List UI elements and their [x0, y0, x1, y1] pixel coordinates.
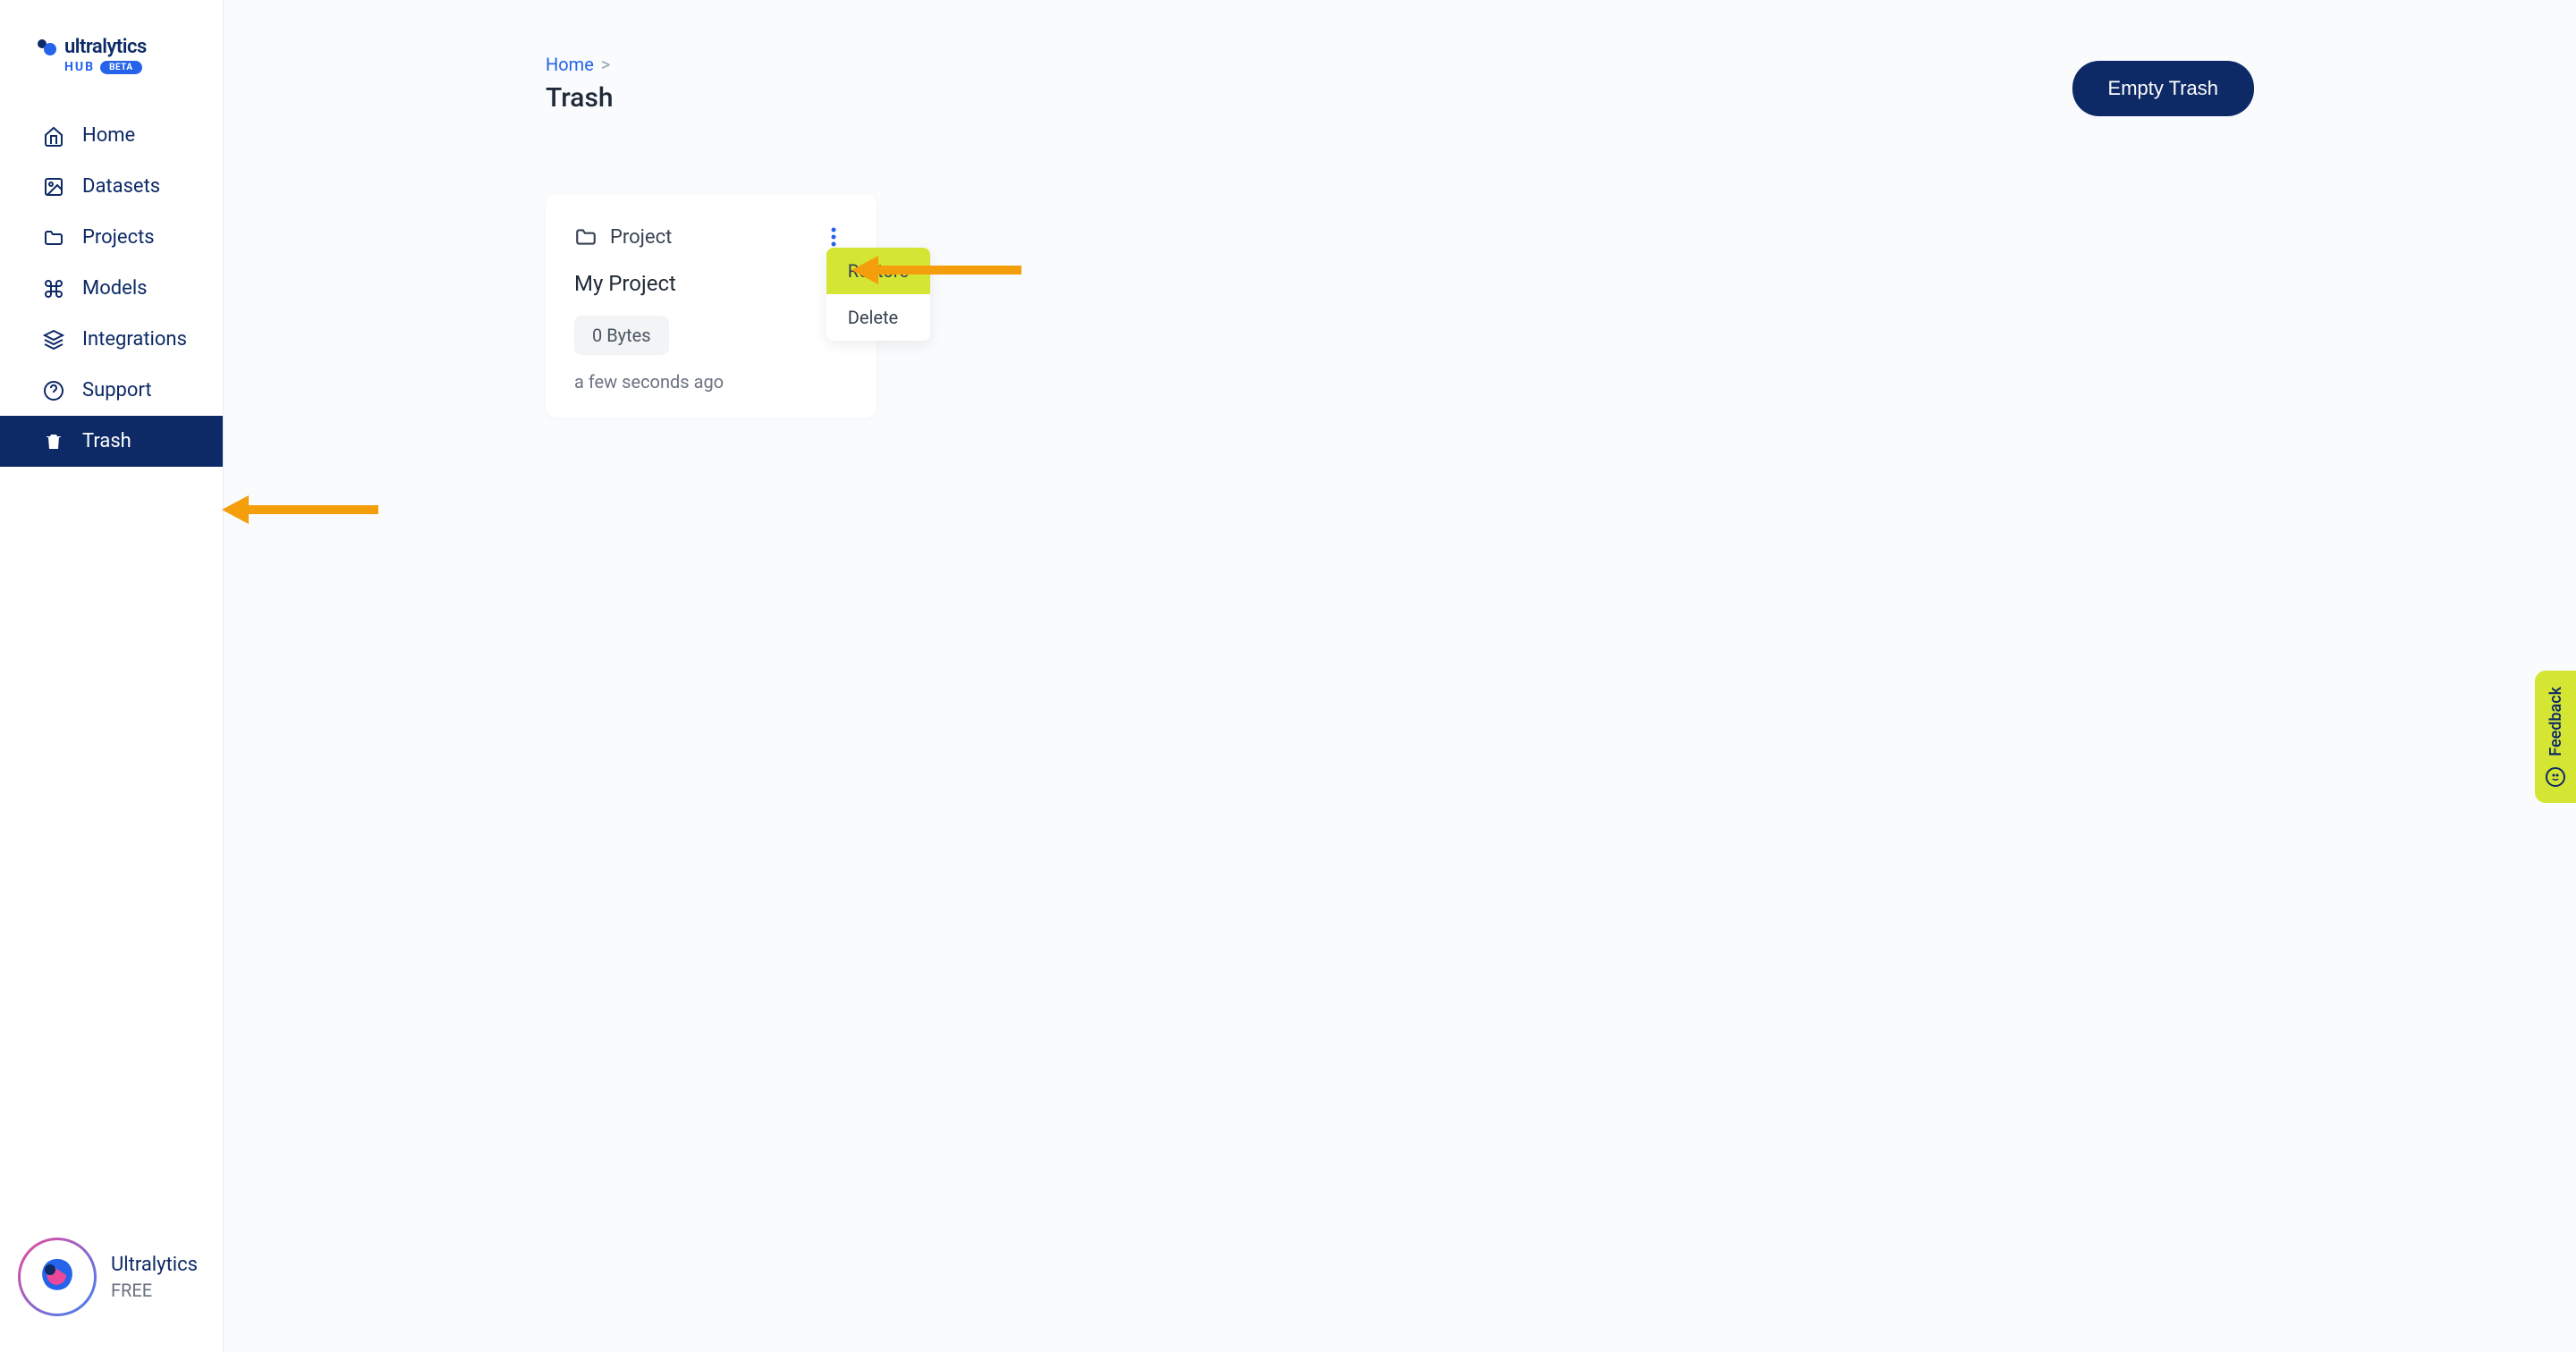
- folder-icon: [43, 227, 64, 249]
- trash-card[interactable]: Project My Project 0 Bytes a few seconds…: [546, 194, 877, 418]
- feedback-tab[interactable]: Feedback: [2535, 671, 2576, 803]
- sidebar-item-integrations[interactable]: Integrations: [0, 314, 223, 365]
- sidebar-item-label: Projects: [82, 226, 155, 249]
- sidebar-item-trash[interactable]: Trash: [0, 416, 223, 467]
- sidebar-item-projects[interactable]: Projects: [0, 212, 223, 263]
- annotation-arrow-restore: [852, 256, 1021, 284]
- sidebar-item-label: Support: [82, 379, 152, 401]
- card-time: a few seconds ago: [574, 371, 848, 393]
- sidebar-item-label: Trash: [82, 430, 131, 452]
- trash-icon: [43, 431, 64, 452]
- sidebar-item-home[interactable]: Home: [0, 110, 223, 161]
- sidebar-item-label: Home: [82, 124, 135, 147]
- dropdown-delete[interactable]: Delete: [826, 294, 930, 341]
- card-title: My Project: [574, 271, 848, 296]
- sidebar-nav: Home Datasets Projects Models Integratio…: [0, 101, 223, 1211]
- avatar-logo-icon: [30, 1250, 84, 1304]
- sidebar-item-label: Models: [82, 277, 148, 300]
- sidebar-item-label: Datasets: [82, 175, 160, 198]
- logo-beta-badge: BETA: [100, 61, 142, 74]
- help-icon: [43, 380, 64, 401]
- page-title: Trash: [546, 82, 614, 114]
- home-icon: [43, 125, 64, 147]
- sidebar-item-label: Integrations: [82, 328, 187, 351]
- card-type-label: Project: [610, 226, 672, 249]
- sidebar-item-datasets[interactable]: Datasets: [0, 161, 223, 212]
- main-content: Home > Trash Empty Trash Project My Proj…: [224, 0, 2576, 1352]
- breadcrumb-home[interactable]: Home: [546, 54, 594, 75]
- sidebar-footer[interactable]: Ultralytics FREE: [0, 1211, 223, 1352]
- sidebar: ultralytics HUB BETA Home Datasets Proj: [0, 0, 224, 1352]
- image-icon: [43, 176, 64, 198]
- breadcrumb-separator: >: [601, 54, 610, 75]
- footer-plan: FREE: [111, 1280, 198, 1301]
- avatar: [18, 1238, 97, 1316]
- empty-trash-button[interactable]: Empty Trash: [2072, 61, 2254, 116]
- folder-icon: [574, 225, 597, 249]
- logo-hub-text: HUB: [64, 60, 95, 74]
- sidebar-item-models[interactable]: Models: [0, 263, 223, 314]
- smiley-icon: [2546, 767, 2565, 787]
- logo-area[interactable]: ultralytics HUB BETA: [0, 0, 223, 101]
- more-vert-icon: [831, 226, 836, 248]
- footer-name: Ultralytics: [111, 1254, 198, 1276]
- annotation-arrow-sidebar: [222, 495, 378, 524]
- sidebar-item-support[interactable]: Support: [0, 365, 223, 416]
- layers-icon: [43, 329, 64, 351]
- feedback-label: Feedback: [2546, 687, 2565, 756]
- card-size-badge: 0 Bytes: [574, 316, 669, 355]
- command-icon: [43, 278, 64, 300]
- logo-icon: [36, 37, 57, 58]
- logo-brand-text: ultralytics: [64, 36, 147, 58]
